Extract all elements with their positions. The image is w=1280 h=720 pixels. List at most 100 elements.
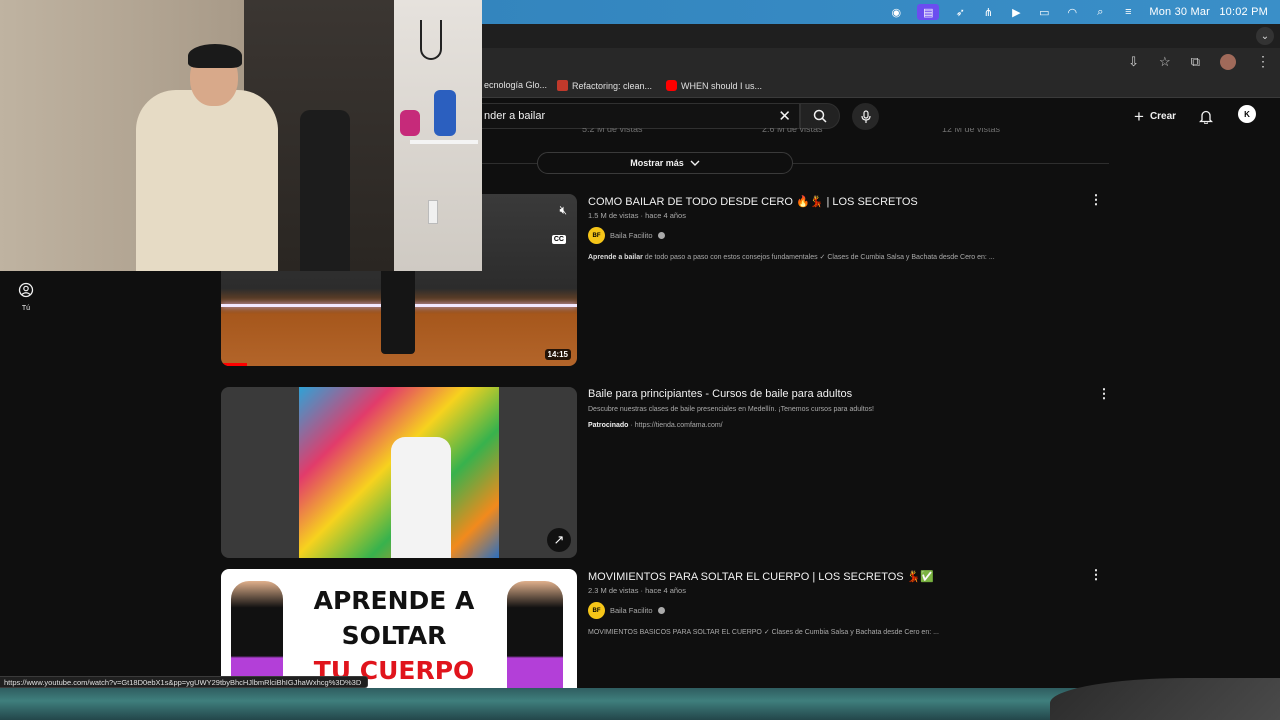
video-menu-icon[interactable]: ⋮	[1089, 568, 1103, 582]
sponsored-label: Patrocinado	[588, 422, 629, 429]
desktop-wallpaper	[0, 678, 1280, 720]
ad-title[interactable]: Baile para principiantes - Cursos de bai…	[588, 388, 852, 400]
mute-icon[interactable]: 🔇︎	[559, 203, 567, 218]
channel-row[interactable]: BF Baila Facilito	[588, 227, 665, 244]
prev-row-views: 12 M de vistas	[942, 128, 1001, 134]
captions-badge[interactable]: CC	[551, 235, 566, 244]
person-hoodie	[136, 90, 278, 271]
video-meta: 2.3 M de vistas · hace 4 años	[588, 586, 686, 595]
browser-menu-icon[interactable]: ⋮	[1256, 53, 1270, 70]
ad-url[interactable]: https://tienda.comfama.com/	[635, 422, 723, 429]
figurine-2	[434, 90, 456, 136]
thumbnail-caption: APRENDE A SOLTAR TU CUERPO	[311, 583, 477, 688]
caption-line-2: SOLTAR	[341, 621, 447, 650]
caption-line-1: APRENDE A	[313, 586, 475, 615]
bell-icon	[1199, 110, 1213, 124]
channel-avatar[interactable]: BF	[588, 602, 605, 619]
sidebar-item-label: Tú	[21, 305, 31, 312]
bookmark-label: Refactoring: clean...	[572, 80, 653, 91]
network-icon[interactable]: ⋔	[981, 6, 995, 19]
notifications-button[interactable]	[1196, 106, 1216, 126]
figurine-1	[400, 110, 420, 136]
creative-cloud-icon[interactable]: ◉	[889, 6, 903, 19]
search-input[interactable]	[482, 104, 762, 128]
chevron-down-icon	[690, 160, 700, 166]
show-more-button[interactable]: Mostrar más	[537, 152, 793, 174]
tab-search-chevron-icon[interactable]: ⌄	[1256, 27, 1274, 45]
profile-avatar[interactable]	[1220, 53, 1236, 70]
create-label: Crear	[1149, 110, 1177, 122]
account-circle-icon	[18, 282, 34, 298]
section-divider	[793, 163, 1109, 164]
clock-date: Mon 30 Mar	[1149, 6, 1211, 18]
wifi-icon[interactable]: ◠	[1065, 6, 1079, 19]
hanging-medal	[420, 20, 442, 60]
dancer-left-figure	[231, 581, 283, 688]
channel-name[interactable]: Baila Facilito	[610, 231, 653, 240]
clock-time: 10:02 PM	[1219, 6, 1268, 18]
person-hair	[188, 44, 242, 68]
status-bar-url: https://www.youtube.com/watch?v=Gt18D0eb…	[0, 676, 369, 688]
wallpaper-rock	[1050, 678, 1280, 720]
spotlight-search-icon[interactable]: ⌕	[1093, 6, 1107, 18]
avatar-letter: K	[1244, 109, 1250, 119]
video-menu-icon[interactable]: ⋮	[1089, 193, 1103, 207]
section-divider	[482, 163, 537, 164]
search-icon	[813, 109, 827, 123]
artist-figure	[391, 437, 451, 558]
refactoring-favicon-icon	[557, 80, 568, 91]
prev-row-views: 2.6 M de vistas	[762, 128, 823, 134]
account-avatar[interactable]: K	[1238, 105, 1256, 123]
bookmark-item[interactable]: WHEN should I us...	[666, 80, 762, 91]
sidebar-item-you[interactable]: Tú	[12, 282, 40, 312]
video-title[interactable]: MOVIMIENTOS PARA SOLTAR EL CUERPO | LOS …	[588, 570, 934, 583]
video-thumbnail[interactable]: APRENDE A SOLTAR TU CUERPO	[221, 569, 577, 688]
bookmark-item[interactable]: ecnología Glo...	[484, 80, 547, 90]
webcam-overlay	[0, 0, 482, 271]
show-more-label: Mostrar más	[630, 158, 684, 168]
video-duration: 14:15	[544, 349, 571, 360]
watch-progress-bar	[221, 363, 247, 366]
search-button[interactable]	[800, 103, 840, 129]
screen-record-icon[interactable]: ▤	[917, 4, 940, 20]
bookmark-label: ecnología Glo...	[484, 80, 548, 90]
ad-thumbnail[interactable]: ↗	[221, 387, 577, 558]
video-title[interactable]: COMO BAILAR DE TODO DESDE CERO 🔥💃 | LOS …	[588, 195, 918, 208]
description-highlight: Aprende a bailar	[588, 254, 643, 261]
ad-sponsor-row: Patrocinado · https://tienda.comfama.com…	[588, 422, 723, 429]
play-circle-icon[interactable]: ▶	[1009, 6, 1023, 19]
channel-row[interactable]: BF Baila Facilito	[588, 602, 665, 619]
video-meta: 1.5 M de vistas · hace 4 años	[588, 211, 686, 220]
dancer-right-figure	[507, 581, 563, 688]
external-link-icon[interactable]: ↗	[547, 528, 571, 552]
prev-row-views: 5.2 M de vistas	[582, 128, 643, 134]
voice-search-button[interactable]	[852, 103, 879, 130]
extensions-icon[interactable]: ⧉	[1191, 54, 1200, 70]
menubar-clock[interactable]: Mon 30 Mar 10:02 PM	[1149, 6, 1268, 18]
clear-search-icon[interactable]: ✕	[778, 107, 791, 125]
ad-description: Descubre nuestras clases de baile presen…	[588, 406, 874, 413]
wall-shelf	[410, 140, 478, 144]
create-button[interactable]: + Crear	[1124, 103, 1186, 129]
bookmark-star-icon[interactable]: ☆	[1159, 54, 1171, 70]
video-description: Aprende a bailar de todo paso a paso con…	[588, 253, 995, 261]
ad-menu-icon[interactable]: ⋮	[1097, 387, 1111, 401]
channel-avatar[interactable]: BF	[588, 227, 605, 244]
light-switch	[428, 200, 438, 224]
rocket-icon[interactable]: ➶	[953, 6, 967, 19]
plus-icon: +	[1134, 106, 1144, 126]
battery-icon[interactable]: ▭	[1037, 6, 1051, 19]
bookmark-label: WHEN should I us...	[681, 80, 763, 91]
chair	[300, 110, 350, 271]
verified-icon	[657, 607, 665, 614]
microphone-icon	[860, 109, 871, 123]
control-center-icon[interactable]: ≡	[1121, 6, 1135, 18]
bookmark-item[interactable]: Refactoring: clean...	[557, 80, 652, 91]
video-description: MOVIMIENTOS BASICOS PARA SOLTAR EL CUERP…	[588, 629, 939, 636]
verified-icon	[657, 232, 665, 239]
description-text: de todo paso a paso con estos consejos f…	[642, 254, 995, 261]
search-box: ✕	[482, 103, 800, 129]
install-app-icon[interactable]: ⇩	[1128, 54, 1139, 70]
youtube-favicon-icon	[666, 80, 677, 91]
channel-name[interactable]: Baila Facilito	[610, 606, 653, 615]
